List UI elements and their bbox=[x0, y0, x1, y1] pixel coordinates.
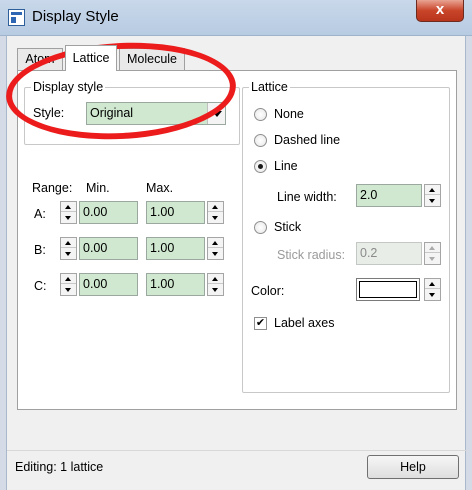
c-max-stepper[interactable] bbox=[207, 273, 224, 296]
range-row-label: C: bbox=[34, 279, 47, 293]
arrow-down-icon[interactable] bbox=[61, 285, 76, 295]
app-icon bbox=[8, 9, 25, 26]
arrow-down-icon[interactable] bbox=[208, 285, 223, 295]
stick-radius-input[interactable]: 0.2 bbox=[356, 242, 422, 265]
color-label: Color: bbox=[251, 284, 285, 298]
max-label: Max. bbox=[146, 181, 174, 195]
close-button[interactable]: x bbox=[416, 0, 464, 22]
min-label: Min. bbox=[86, 181, 110, 195]
range-row-label: B: bbox=[34, 243, 46, 257]
lattice-group: Lattice None Dashed line Line Line width… bbox=[242, 80, 450, 393]
radio-stick[interactable] bbox=[254, 221, 267, 234]
arrow-up-icon[interactable] bbox=[208, 238, 223, 248]
display-style-group: Display style Style: Original bbox=[24, 80, 240, 145]
arrow-up-icon[interactable] bbox=[61, 202, 76, 212]
arrow-down-icon[interactable] bbox=[425, 254, 440, 264]
arrow-down-icon[interactable] bbox=[61, 249, 76, 259]
arrow-up-icon[interactable] bbox=[61, 238, 76, 248]
color-swatch[interactable] bbox=[356, 278, 420, 301]
stick-radius-stepper[interactable] bbox=[424, 242, 441, 265]
a-max-stepper[interactable] bbox=[207, 201, 224, 224]
stick-radius-label: Stick radius: bbox=[277, 248, 346, 262]
radio-stick-label[interactable]: Stick bbox=[274, 220, 301, 234]
lattice-legend: Lattice bbox=[249, 80, 290, 94]
title-bar: Display Style x bbox=[0, 0, 472, 36]
a-min-input[interactable]: 0.00 bbox=[79, 201, 138, 224]
arrow-down-icon[interactable] bbox=[425, 290, 440, 300]
radio-dashed-line-label[interactable]: Dashed line bbox=[274, 133, 340, 147]
b-max-stepper[interactable] bbox=[207, 237, 224, 260]
arrow-up-icon[interactable] bbox=[425, 243, 440, 253]
radio-dashed-line[interactable] bbox=[254, 134, 267, 147]
c-min-input[interactable]: 0.00 bbox=[79, 273, 138, 296]
arrow-down-icon[interactable] bbox=[61, 213, 76, 223]
b-min-stepper[interactable] bbox=[60, 237, 77, 260]
range-row-label: A: bbox=[34, 207, 46, 221]
range-label: Range: bbox=[32, 181, 73, 195]
arrow-down-icon[interactable] bbox=[208, 249, 223, 259]
arrow-down-icon[interactable] bbox=[208, 213, 223, 223]
style-label: Style: bbox=[33, 106, 65, 120]
help-button[interactable]: Help bbox=[367, 455, 459, 479]
radio-line-label[interactable]: Line bbox=[274, 159, 298, 173]
tab-lattice[interactable]: Lattice bbox=[65, 45, 117, 71]
window-title: Display Style bbox=[32, 8, 119, 25]
label-axes-label[interactable]: Label axes bbox=[274, 316, 334, 330]
tab-panel-lattice: Display style Style: Original Range: Min… bbox=[17, 70, 457, 410]
line-width-input[interactable]: 2.0 bbox=[356, 184, 422, 207]
radio-none-label[interactable]: None bbox=[274, 107, 304, 121]
arrow-up-icon[interactable] bbox=[425, 279, 440, 289]
status-text: Editing: 1 lattice bbox=[15, 460, 104, 474]
radio-line[interactable] bbox=[254, 160, 267, 173]
color-stepper[interactable] bbox=[424, 278, 441, 301]
radio-none[interactable] bbox=[254, 108, 267, 121]
style-select[interactable]: Original bbox=[86, 102, 226, 125]
style-select-value: Original bbox=[90, 106, 134, 120]
tab-atom[interactable]: Atom bbox=[17, 48, 63, 70]
a-max-input[interactable]: 1.00 bbox=[146, 201, 205, 224]
a-min-stepper[interactable] bbox=[60, 201, 77, 224]
display-style-legend: Display style bbox=[31, 80, 106, 94]
c-min-stepper[interactable] bbox=[60, 273, 77, 296]
arrow-down-icon[interactable] bbox=[425, 196, 440, 206]
arrow-up-icon[interactable] bbox=[208, 274, 223, 284]
arrow-up-icon[interactable] bbox=[61, 274, 76, 284]
arrow-up-icon[interactable] bbox=[425, 185, 440, 195]
label-axes-checkbox[interactable]: ✔ bbox=[254, 317, 267, 330]
chevron-down-icon[interactable] bbox=[207, 103, 225, 124]
line-width-stepper[interactable] bbox=[424, 184, 441, 207]
c-max-input[interactable]: 1.00 bbox=[146, 273, 205, 296]
arrow-up-icon[interactable] bbox=[208, 202, 223, 212]
dialog-body: Atom Lattice Molecule Display style Styl… bbox=[6, 36, 467, 490]
tab-molecule[interactable]: Molecule bbox=[119, 48, 185, 70]
line-width-label: Line width: bbox=[277, 190, 337, 204]
b-max-input[interactable]: 1.00 bbox=[146, 237, 205, 260]
b-min-input[interactable]: 0.00 bbox=[79, 237, 138, 260]
status-separator bbox=[7, 450, 467, 451]
